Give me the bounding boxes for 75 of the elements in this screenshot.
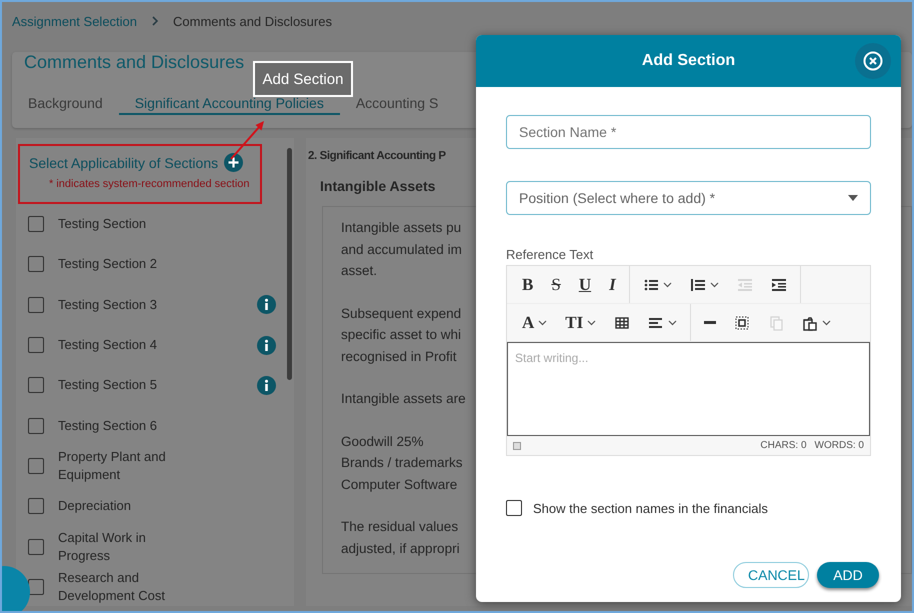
- checkbox[interactable]: [28, 216, 44, 232]
- field-label: Reference Text: [506, 247, 594, 262]
- indent-icon: [770, 276, 787, 292]
- hint-text: * indicates system-recommended section: [49, 178, 251, 190]
- content-heading: 2. Significant Accounting P: [308, 149, 446, 162]
- section-label: Research and Development Cost: [58, 568, 166, 605]
- checkbox[interactable]: [28, 377, 44, 394]
- checkbox[interactable]: [28, 337, 44, 354]
- text-line: The residual values: [341, 518, 458, 536]
- checkbox[interactable]: [506, 500, 522, 516]
- callout-label: Add Section: [253, 61, 353, 97]
- page-title: Comments and Disclosures: [24, 52, 244, 74]
- copy-icon: [768, 314, 784, 330]
- close-button[interactable]: [855, 43, 891, 79]
- text-line: asset.: [341, 262, 378, 280]
- text-line: and accumulated im: [341, 240, 462, 258]
- italic-tool[interactable]: I: [600, 266, 625, 303]
- word-count: WORDS: 0: [814, 440, 864, 451]
- info-icon[interactable]: [257, 295, 276, 314]
- section-label: Capital Work in Progress: [58, 528, 147, 565]
- text-line: specific asset to whi: [341, 326, 462, 344]
- section-label: Testing Section 5: [58, 376, 158, 394]
- text-line: Subsequent expend: [341, 304, 462, 323]
- color-tool[interactable]: A: [513, 304, 556, 341]
- section-name-field[interactable]: Section Name *: [506, 115, 871, 149]
- breadcrumb-current: Comments and Disclosures: [173, 14, 332, 28]
- text-line: Intangible assets are: [341, 390, 466, 408]
- section-label: Depreciation: [58, 497, 131, 516]
- position-dropdown[interactable]: Position (Select where to add) *: [506, 181, 871, 215]
- table-icon: [614, 314, 630, 330]
- scrollbar-thumb[interactable]: [287, 148, 292, 380]
- bullets-icon: [642, 276, 659, 292]
- text-line: recognised in Profit: [341, 348, 457, 366]
- checkbox[interactable]: [28, 498, 44, 514]
- numbers-icon: [690, 276, 706, 292]
- section-label: Testing Section 6: [58, 416, 158, 435]
- strike-tool[interactable]: S: [542, 266, 570, 303]
- text-line: Brands / trademarks: [341, 454, 463, 472]
- cancel-button[interactable]: CANCEL: [733, 562, 809, 588]
- callout-arrow: [230, 121, 264, 160]
- section-label: Testing Section 3: [58, 296, 158, 314]
- tab[interactable]: Background: [12, 93, 119, 115]
- checkbox[interactable]: [28, 296, 44, 313]
- paste-icon: [802, 314, 818, 330]
- caret-icon: [848, 195, 858, 201]
- close-icon: [863, 51, 883, 71]
- chevron-right-icon: [151, 16, 160, 26]
- checkbox[interactable]: [28, 256, 44, 272]
- underline-tool[interactable]: U: [570, 266, 600, 303]
- dialog-title: Add Section: [642, 52, 736, 70]
- section-label: Property Plant and Equipment: [58, 448, 167, 484]
- checkbox[interactable]: [28, 538, 44, 555]
- text-line: Goodwill 25%: [341, 432, 424, 450]
- resize-icon[interactable]: [513, 442, 521, 450]
- info-icon[interactable]: [257, 336, 276, 355]
- text-line: adjusted, if appropri: [341, 540, 460, 558]
- checkbox[interactable]: [28, 458, 44, 474]
- size-tool[interactable]: TI: [556, 304, 606, 341]
- add-icon[interactable]: [224, 153, 244, 172]
- info-icon[interactable]: [257, 376, 276, 395]
- add-button[interactable]: ADD: [817, 562, 879, 588]
- section-label: Testing Section 2: [58, 255, 158, 274]
- outdent-icon: [736, 276, 753, 292]
- text-line: Computer Software: [341, 476, 458, 494]
- content-subheading: Intangible Assets: [320, 178, 436, 194]
- section-label: Testing Section: [58, 215, 146, 234]
- selectall-icon: [734, 314, 750, 330]
- checkbox-label: Show the section names in the financials: [533, 500, 768, 516]
- text-line: Intangible assets pu: [341, 219, 462, 237]
- bold-tool[interactable]: B: [513, 266, 542, 303]
- checkbox[interactable]: [28, 418, 44, 434]
- section-label: Testing Section 4: [58, 336, 158, 354]
- panel-title: Select Applicability of Sections: [29, 154, 218, 170]
- char-count: CHARS: 0: [760, 440, 807, 451]
- editor-placeholder: Start writing...: [515, 351, 588, 365]
